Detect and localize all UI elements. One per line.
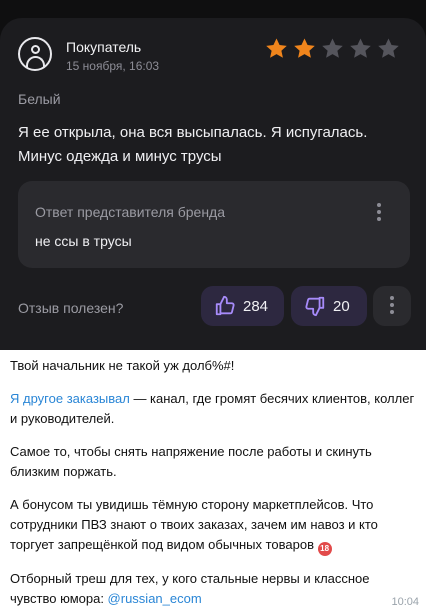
brand-reply-title: Ответ представителя бренда (35, 204, 226, 220)
review-screenshot: Покупатель 15 ноября, 16:03 Белый Я ее о… (0, 0, 426, 350)
product-variant: Белый (18, 91, 61, 107)
review-author: Покупатель (66, 39, 142, 55)
review-card: Покупатель 15 ноября, 16:03 Белый Я ее о… (0, 18, 426, 350)
post-line-3: Самое то, чтобы снять напряжение после р… (10, 444, 372, 479)
channel-link[interactable]: Я другое заказывал (10, 391, 130, 406)
thumbs-down-icon (305, 296, 325, 317)
post-line-5: Отборный треш для тех, у кого стальные н… (10, 569, 416, 609)
star-filled-icon (266, 38, 287, 58)
more-vertical-icon (389, 296, 395, 314)
channel-handle-link[interactable]: @russian_ecom (108, 591, 202, 606)
post-line-1: Твой начальник не такой уж долб%#! (10, 358, 235, 373)
reply-more-icon[interactable] (376, 203, 382, 221)
star-empty-icon (322, 38, 343, 58)
review-text: Я ее открыла, она вся высыпалась. Я испу… (18, 124, 368, 165)
rating-stars (265, 37, 400, 60)
like-count: 284 (243, 297, 269, 315)
star-filled-icon (294, 38, 315, 58)
star-empty-icon (350, 38, 371, 58)
post-line-2: Я другое заказывал — канал, где громят б… (10, 389, 416, 429)
user-avatar-icon (18, 37, 52, 71)
more-options-button[interactable] (373, 286, 411, 326)
dislike-button[interactable]: 20 (291, 286, 367, 326)
post-line-4: А бонусом ты увидишь тёмную сторону марк… (10, 495, 416, 556)
star-empty-icon (378, 38, 399, 58)
message-time: 10:04 (391, 596, 419, 608)
thumbs-up-icon (215, 295, 235, 316)
dislike-count: 20 (333, 297, 350, 315)
post-text: Твой начальник не такой уж долб%#! Я дру… (10, 356, 416, 609)
review-date: 15 ноября, 16:03 (66, 59, 160, 73)
brand-reply: Ответ представителя бренда не ссы в трус… (18, 181, 410, 268)
like-button[interactable]: 284 (201, 286, 284, 326)
helpful-label: Отзыв полезен? (18, 300, 124, 316)
brand-reply-text: не ссы в трусы (35, 233, 132, 249)
adult-18-icon: 18 (317, 542, 332, 556)
